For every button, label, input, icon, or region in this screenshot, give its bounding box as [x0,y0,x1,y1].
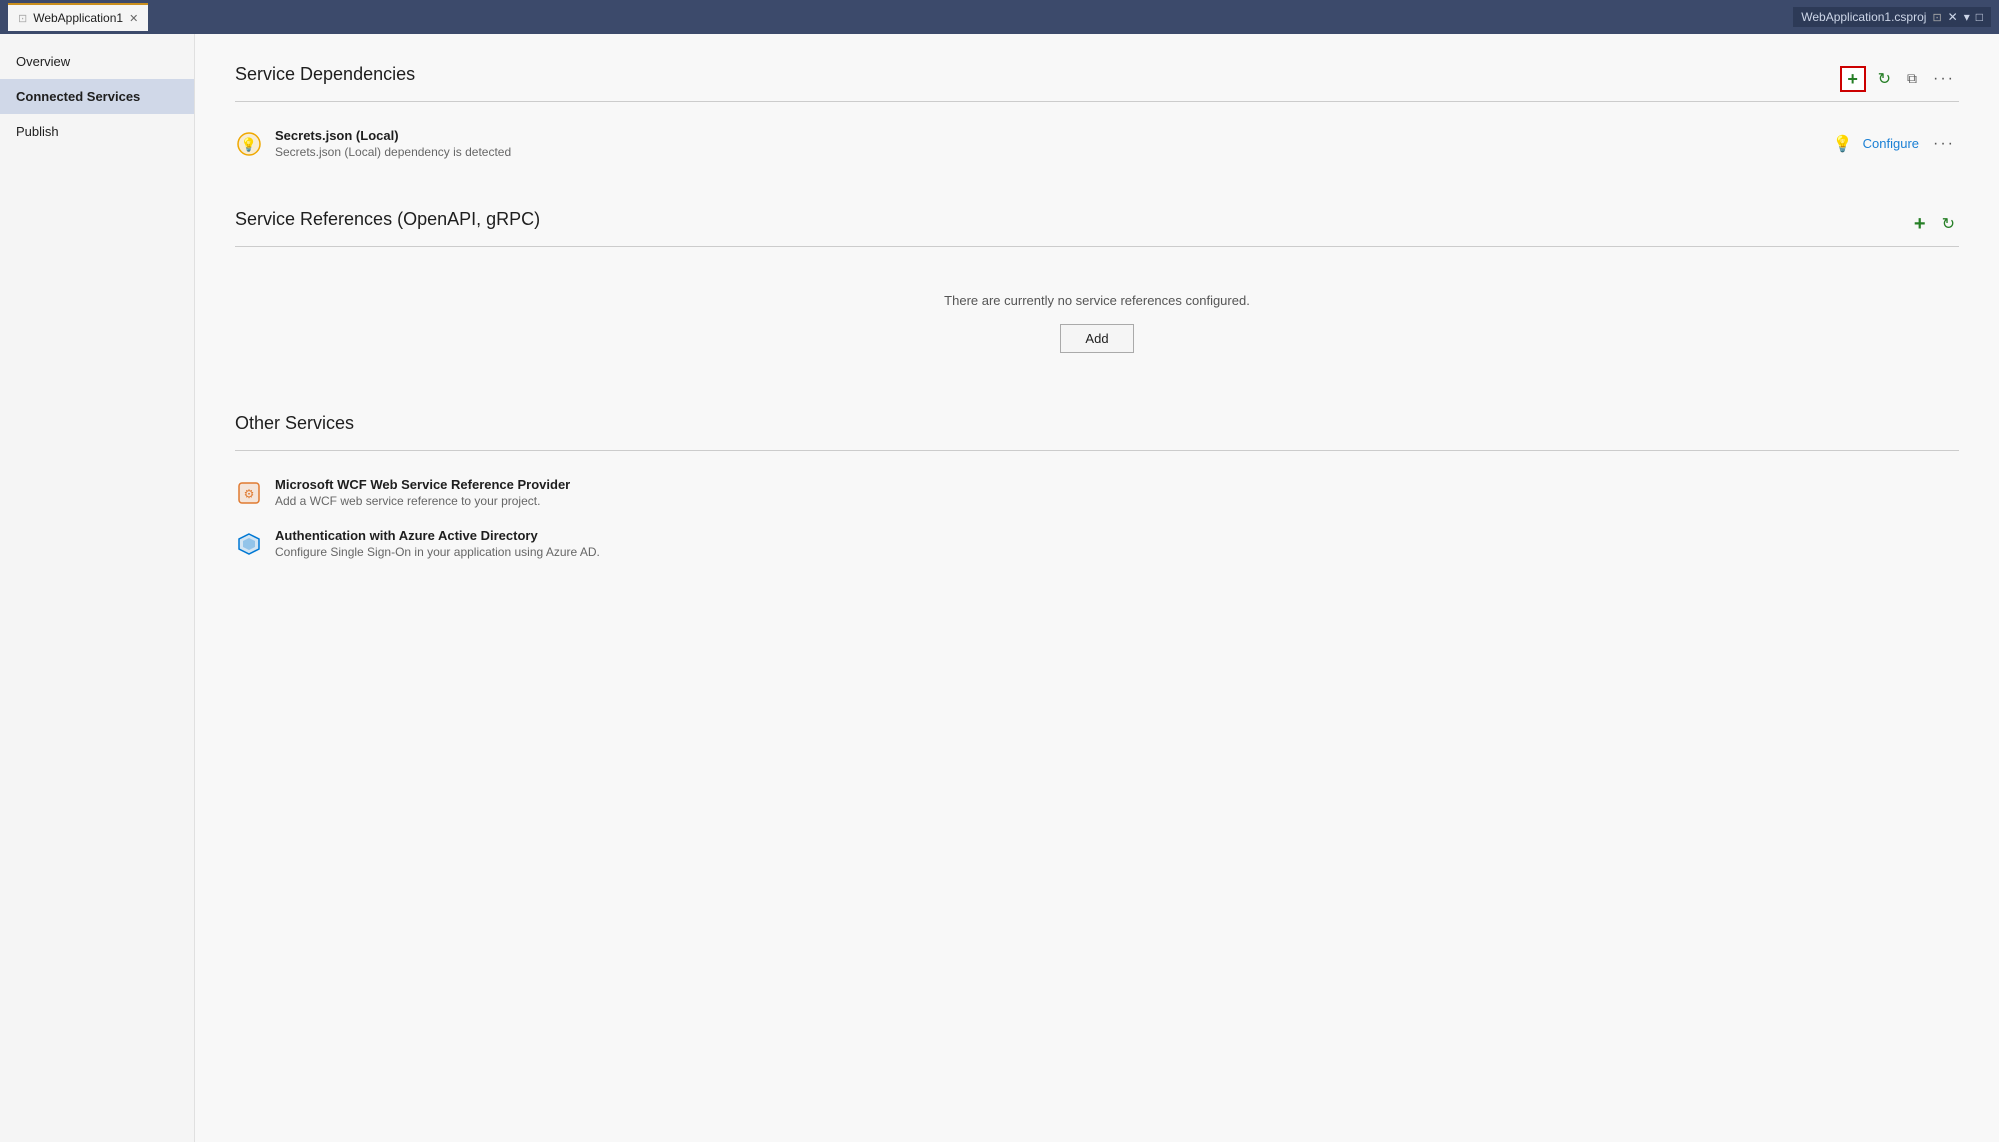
main-layout: Overview Connected Services Publish Serv… [0,34,1999,1142]
project-pin-icon: ⊡ [1932,11,1941,24]
add-dependency-button[interactable]: + [1840,66,1866,92]
service-references-divider [235,246,1959,247]
service-dependencies-divider [235,101,1959,102]
secrets-icon-svg: 💡 [237,132,261,156]
wcf-info: Microsoft WCF Web Service Reference Prov… [275,477,1959,508]
refresh-references-button[interactable]: ↻ [1938,212,1959,236]
wcf-item: ⚙ Microsoft WCF Web Service Reference Pr… [235,467,1959,518]
chevron-down-icon[interactable]: ▾ [1964,10,1970,24]
service-references-empty: There are currently no service reference… [235,263,1959,373]
secrets-json-desc: Secrets.json (Local) dependency is detec… [275,145,1833,159]
azure-ad-name: Authentication with Azure Active Directo… [275,528,1959,543]
service-references-header: Service References (OpenAPI, gRPC) + ↻ [235,209,1959,238]
sidebar-item-connected-services-label: Connected Services [16,89,140,104]
refresh-icon: ↻ [1878,69,1891,89]
service-references-section: Service References (OpenAPI, gRPC) + ↻ T… [235,209,1959,373]
share-dependencies-button[interactable]: ⧉ [1903,68,1921,89]
svg-text:💡: 💡 [241,137,257,152]
editor-tab[interactable]: ⊡ WebApplication1 ✕ [8,3,148,31]
service-references-title: Service References (OpenAPI, gRPC) [235,209,540,230]
tab-label: WebApplication1 [33,11,123,25]
azure-ad-icon [235,530,263,558]
secrets-json-item: 💡 Secrets.json (Local) Secrets.json (Loc… [235,118,1959,169]
sidebar-item-connected-services[interactable]: Connected Services [0,79,194,114]
azure-ad-info: Authentication with Azure Active Directo… [275,528,1959,559]
secrets-json-name: Secrets.json (Local) [275,128,1833,143]
tab-close-icon[interactable]: ✕ [129,12,138,25]
plus-icon: + [1847,70,1858,88]
svg-text:⚙: ⚙ [244,487,255,501]
other-services-section: Other Services ⚙ Microsoft WCF Web Servi… [235,413,1959,569]
wcf-icon: ⚙ [235,479,263,507]
service-dependencies-header: Service Dependencies + ↻ ⧉ ··· [235,64,1959,93]
azure-icon-svg [237,532,261,556]
azure-ad-item: Authentication with Azure Active Directo… [235,518,1959,569]
sidebar-item-overview[interactable]: Overview [0,44,194,79]
secrets-json-actions: 💡 Configure ··· [1833,133,1959,155]
other-services-divider [235,450,1959,451]
wcf-name: Microsoft WCF Web Service Reference Prov… [275,477,1959,492]
secrets-json-icon: 💡 [235,130,263,158]
share-icon: ⧉ [1907,70,1917,87]
refresh-ref-icon: ↻ [1942,214,1955,234]
add-ref-plus-icon: + [1914,213,1926,235]
service-references-actions: + ↻ [1910,212,1959,236]
refresh-dependencies-button[interactable]: ↻ [1874,67,1895,91]
title-bar-right: WebApplication1.csproj ⊡ ✕ ▾ □ [1793,7,1991,27]
sidebar-item-publish[interactable]: Publish [0,114,194,149]
other-services-header: Other Services [235,413,1959,442]
dots-icon: ··· [1933,70,1955,87]
azure-ad-desc: Configure Single Sign-On in your applica… [275,545,1959,559]
sidebar-item-publish-label: Publish [16,124,59,139]
project-name-bar: WebApplication1.csproj ⊡ ✕ ▾ □ [1793,7,1991,27]
title-bar-left: ⊡ WebApplication1 ✕ [8,3,148,31]
sidebar: Overview Connected Services Publish [0,34,195,1142]
tab-pin-icon: ⊡ [18,12,27,25]
configure-link[interactable]: Configure [1863,136,1919,151]
title-bar: ⊡ WebApplication1 ✕ WebApplication1.cspr… [0,0,1999,34]
service-dependencies-actions: + ↻ ⧉ ··· [1840,66,1959,92]
sidebar-item-overview-label: Overview [16,54,70,69]
service-dependencies-title: Service Dependencies [235,64,415,85]
project-close-icon[interactable]: ✕ [1948,10,1958,24]
content-area: Service Dependencies + ↻ ⧉ ··· [195,34,1999,1142]
project-name-label: WebApplication1.csproj [1801,10,1926,24]
secrets-json-info: Secrets.json (Local) Secrets.json (Local… [275,128,1833,159]
wcf-desc: Add a WCF web service reference to your … [275,494,1959,508]
empty-message: There are currently no service reference… [235,293,1959,308]
dependencies-more-button[interactable]: ··· [1929,68,1959,90]
secrets-bulb-icon: 💡 [1833,134,1853,154]
add-reference-button[interactable]: + [1910,214,1930,234]
secrets-more-button[interactable]: ··· [1929,133,1959,155]
add-service-reference-button[interactable]: Add [1060,324,1133,353]
maximize-icon[interactable]: □ [1976,10,1983,24]
service-dependencies-section: Service Dependencies + ↻ ⧉ ··· [235,64,1959,169]
secrets-dots-icon: ··· [1933,135,1955,152]
wcf-icon-svg: ⚙ [237,481,261,505]
other-services-title: Other Services [235,413,354,434]
